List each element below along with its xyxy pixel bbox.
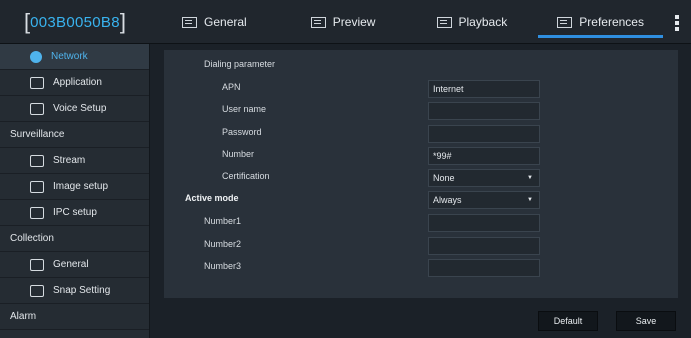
- sidebar-section-alarm: Alarm: [0, 304, 149, 330]
- sidebar-item-label: IPC setup: [53, 207, 97, 218]
- sidebar-item-stream[interactable]: Stream: [0, 148, 149, 174]
- gear-icon: [30, 258, 44, 271]
- monitor-icon: [310, 16, 326, 28]
- certification-row: Certification None: [164, 166, 678, 188]
- bars-icon: [557, 16, 573, 28]
- number1-input[interactable]: [428, 214, 540, 232]
- device-id-display: [ 003B0050B8 ]: [0, 0, 150, 44]
- tab-label: Preview: [332, 15, 376, 29]
- certification-select[interactable]: None: [428, 169, 540, 187]
- tab-label: General: [204, 15, 247, 29]
- dialing-parameter-heading: Dialing parameter: [204, 59, 276, 69]
- apn-row: APN Internet: [164, 77, 678, 99]
- password-label: Password: [222, 127, 262, 137]
- number3-row: Number3: [164, 256, 678, 278]
- tab-preview[interactable]: Preview: [279, 0, 408, 44]
- number2-input[interactable]: [428, 237, 540, 255]
- stream-icon: [30, 154, 44, 167]
- dialing-parameter-row: Dialing parameter: [164, 54, 678, 76]
- ipc-icon: [30, 206, 44, 219]
- calendar-icon: [436, 16, 452, 28]
- snapshot-icon: [30, 284, 44, 297]
- tab-preferences[interactable]: Preferences: [536, 0, 665, 44]
- sidebar-item-general[interactable]: General: [0, 252, 149, 278]
- globe-icon: [30, 50, 42, 63]
- number2-label: Number2: [204, 239, 242, 249]
- grid-icon: [182, 16, 198, 28]
- certification-label: Certification: [222, 171, 270, 181]
- sidebar-item-application[interactable]: Application: [0, 70, 149, 96]
- number-row: Number *99#: [164, 144, 678, 166]
- username-label: User name: [222, 104, 267, 114]
- sidebar-item-label: Stream: [53, 155, 86, 166]
- number-label: Number: [222, 149, 255, 159]
- application-icon: [30, 76, 44, 89]
- apn-label: APN: [222, 82, 241, 92]
- settings-panel: Dialing parameter APN Internet User name…: [164, 50, 678, 298]
- top-bar: [ 003B0050B8 ] General Preview Playback …: [0, 0, 691, 44]
- active-mode-select[interactable]: Always: [428, 191, 540, 209]
- sidebar-item-ipc-setup[interactable]: IPC setup: [0, 200, 149, 226]
- sidebar-item-label: Image setup: [53, 181, 109, 192]
- voice-icon: [30, 102, 44, 115]
- number3-label: Number3: [204, 261, 242, 271]
- apn-input[interactable]: Internet: [428, 80, 540, 98]
- sidebar-item-voice-setup[interactable]: Voice Setup: [0, 96, 149, 122]
- sidebar-section-surveillance: Surveillance: [0, 122, 149, 148]
- device-id: 003B0050B8: [30, 13, 120, 31]
- sidebar-item-label: Voice Setup: [53, 103, 107, 114]
- sidebar-item-label: Application: [53, 77, 102, 88]
- number2-row: Number2: [164, 234, 678, 256]
- number1-row: Number1: [164, 211, 678, 233]
- password-input[interactable]: [428, 125, 540, 143]
- number-input[interactable]: *99#: [428, 147, 540, 165]
- save-button[interactable]: Save: [616, 311, 676, 331]
- sidebar-section-collection: Collection: [0, 226, 149, 252]
- tab-label: Preferences: [579, 15, 644, 29]
- username-input[interactable]: [428, 102, 540, 120]
- number1-label: Number1: [204, 216, 242, 226]
- sidebar-item-image-setup[interactable]: Image setup: [0, 174, 149, 200]
- main-tabs: General Preview Playback Preferences: [150, 0, 665, 44]
- default-button[interactable]: Default: [538, 311, 598, 331]
- sidebar-item-snap-setting[interactable]: Snap Setting: [0, 278, 149, 304]
- sidebar-item-network[interactable]: Network: [0, 44, 149, 70]
- more-menu-icon[interactable]: [675, 15, 679, 31]
- sidebar-item-label: General: [53, 259, 89, 270]
- active-mode-row: Active mode Always: [164, 188, 678, 210]
- username-row: User name: [164, 99, 678, 121]
- sidebar-item-label: Network: [51, 51, 88, 62]
- active-mode-label: Active mode: [185, 193, 239, 203]
- number3-input[interactable]: [428, 259, 540, 277]
- tab-playback[interactable]: Playback: [408, 0, 537, 44]
- password-row: Password: [164, 122, 678, 144]
- camera-icon: [30, 180, 44, 193]
- sidebar: Network Application Voice Setup Surveill…: [0, 44, 150, 338]
- sidebar-item-label: Snap Setting: [53, 285, 111, 296]
- bracket-right: ]: [119, 9, 126, 34]
- tab-general[interactable]: General: [150, 0, 279, 44]
- tab-label: Playback: [458, 15, 508, 29]
